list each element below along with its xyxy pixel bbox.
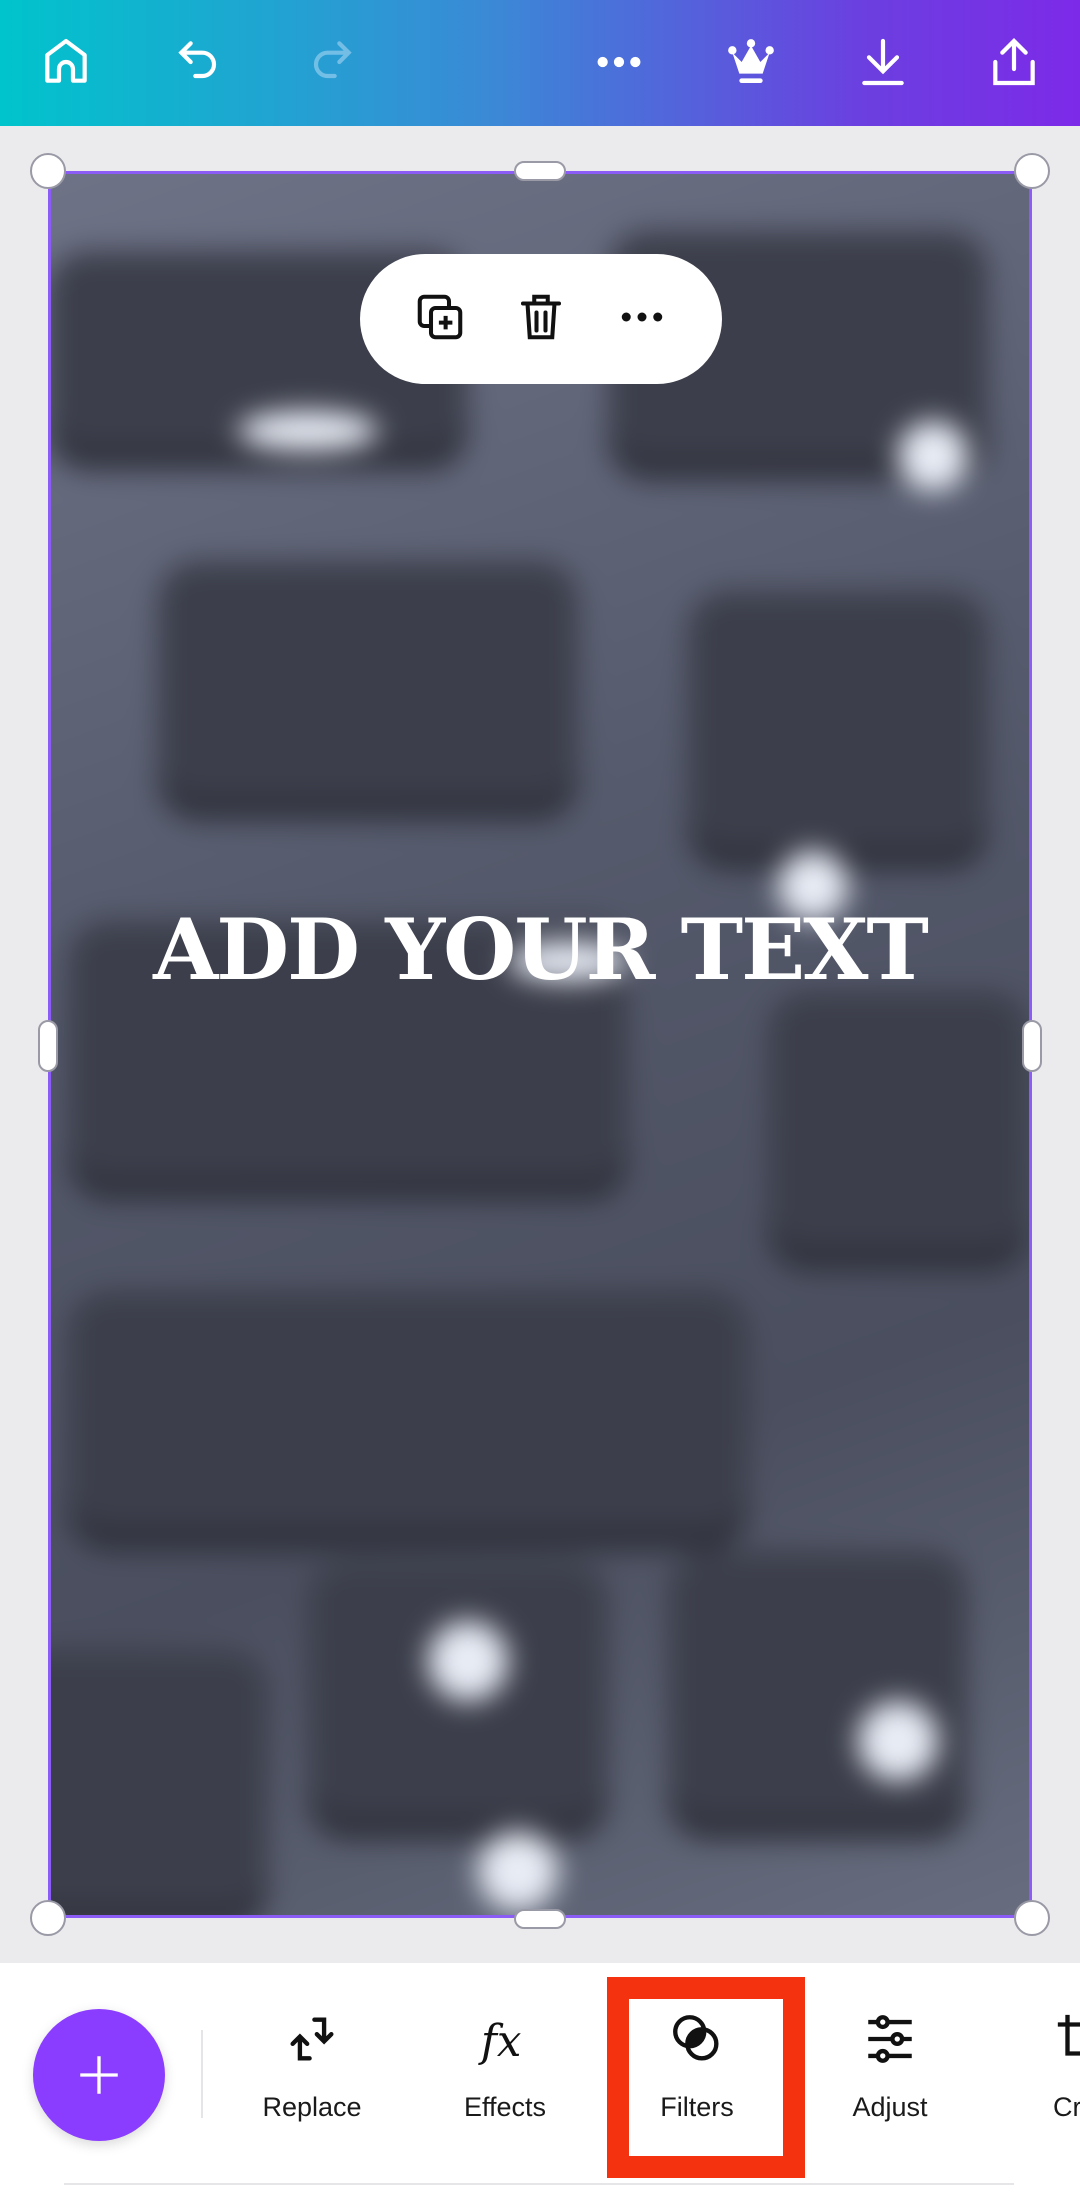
resize-handle-top-left[interactable] (30, 153, 66, 189)
tool-label: Replace (262, 2092, 362, 2122)
delete-icon[interactable] (514, 290, 568, 349)
tool-adjust[interactable]: Adjust (800, 2000, 980, 2150)
plus-icon (80, 2056, 118, 2094)
top-bar (0, 0, 1080, 126)
svg-text:fx: fx (478, 2017, 522, 2067)
tool-filters[interactable]: Filters (607, 2000, 787, 2150)
share-icon[interactable] (982, 30, 1046, 94)
tool-replace[interactable]: Replace (222, 2000, 402, 2150)
tool-label: Filters (660, 2092, 734, 2122)
toolbar-bottom-line (64, 2183, 1014, 2185)
crown-icon[interactable] (719, 30, 783, 94)
tool-crop[interactable]: Cr (993, 2000, 1080, 2150)
resize-handle-top-right[interactable] (1014, 153, 1050, 189)
resize-handle-bottom[interactable] (514, 1909, 566, 1929)
fx-icon: fx (478, 2017, 522, 2067)
tool-label: Cr (1053, 2092, 1080, 2122)
keyboard-photo (48, 171, 1032, 1918)
resize-handle-bottom-right[interactable] (1014, 1900, 1050, 1936)
duplicate-icon[interactable] (413, 290, 467, 349)
context-menu (360, 254, 722, 384)
resize-handle-right[interactable] (1022, 1020, 1042, 1072)
design-canvas[interactable] (48, 171, 1032, 1918)
canvas-text[interactable]: ADD YOUR TEXT (48, 900, 1032, 999)
more-icon[interactable] (615, 290, 669, 349)
tool-label: Adjust (852, 2092, 928, 2122)
resize-handle-top[interactable] (514, 161, 566, 181)
tool-effects[interactable]: fx Effects (415, 2000, 595, 2150)
resize-handle-bottom-left[interactable] (30, 1900, 66, 1936)
crop-icon (1057, 2014, 1080, 2056)
more-icon[interactable] (587, 30, 651, 94)
home-icon[interactable] (34, 30, 98, 94)
add-button[interactable] (33, 2009, 165, 2141)
resize-handle-left[interactable] (38, 1020, 58, 1072)
download-icon[interactable] (851, 30, 915, 94)
filters-icon (673, 2015, 719, 2061)
adjust-icon (868, 2015, 912, 2063)
redo-icon[interactable] (298, 30, 362, 94)
toolbar-divider (201, 2030, 203, 2118)
undo-icon[interactable] (168, 30, 232, 94)
tool-label: Effects (463, 2092, 547, 2122)
replace-icon (290, 2017, 334, 2061)
